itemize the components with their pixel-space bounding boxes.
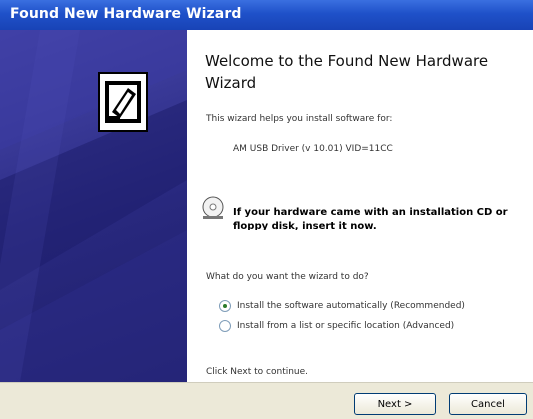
wizard-side-panel: [0, 30, 187, 382]
device-name: AM USB Driver (v 10.01) VID=11CC: [233, 144, 393, 154]
window-title: Found New Hardware Wizard: [10, 6, 242, 22]
wizard-window: Found New Hardware Wizard Welcome to the…: [0, 0, 533, 419]
title-bar[interactable]: Found New Hardware Wizard: [0, 0, 533, 30]
wizard-content: Welcome to the Found New Hardware Wizard…: [187, 30, 533, 382]
cancel-button[interactable]: Cancel: [449, 393, 527, 415]
radio-automatic[interactable]: [219, 300, 231, 312]
option-advanced[interactable]: Install from a list or specific location…: [219, 320, 454, 332]
cd-hint: If your hardware came with an installati…: [233, 207, 508, 230]
button-bar: Next > Cancel: [0, 382, 533, 419]
next-button[interactable]: Next >: [354, 393, 436, 415]
continue-hint: Click Next to continue.: [206, 367, 309, 377]
option-automatic[interactable]: Install the software automatically (Reco…: [219, 300, 465, 312]
question-text: What do you want the wizard to do?: [206, 272, 369, 282]
side-panel-art: [0, 30, 187, 382]
radio-advanced[interactable]: [219, 320, 231, 332]
wizard-heading: Welcome to the Found New Hardware Wizard: [205, 52, 489, 92]
option-advanced-label: Install from a list or specific location…: [237, 321, 455, 331]
intro-text: This wizard helps you install software f…: [206, 114, 393, 124]
hardware-wizard-icon: [98, 72, 148, 132]
option-automatic-label: Install the software automatically (Reco…: [237, 301, 465, 311]
cd-icon: [201, 196, 225, 220]
